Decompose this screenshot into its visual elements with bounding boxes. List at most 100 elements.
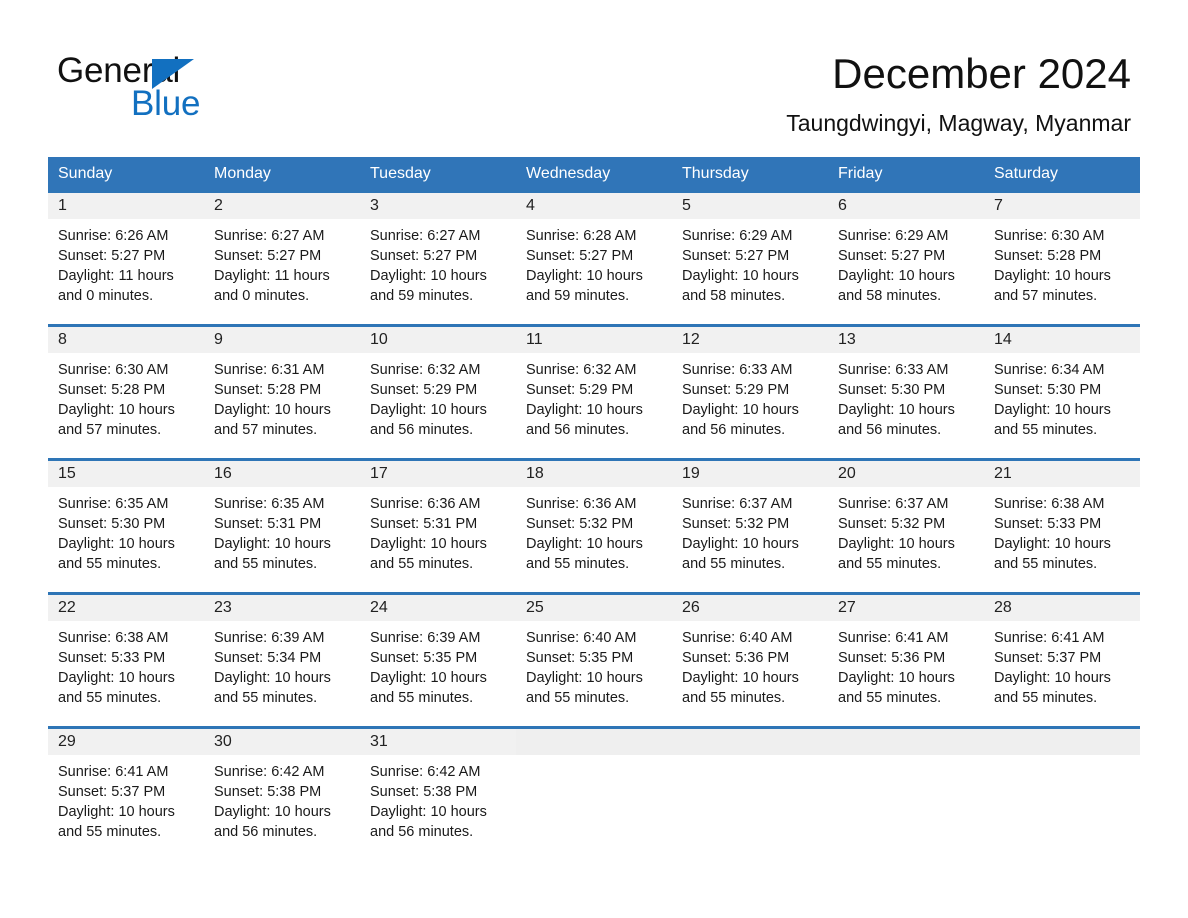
day-cell[interactable]: 26 Sunrise: 6:40 AM Sunset: 5:36 PM Dayl… (672, 592, 828, 714)
sunrise-text: Sunrise: 6:35 AM (214, 496, 325, 512)
day-number-band: 21 (984, 461, 1140, 487)
day-number-band: 14 (984, 327, 1140, 353)
daylight-text-line2: and 55 minutes. (214, 556, 318, 572)
day-cell-empty (828, 726, 984, 848)
sunset-text: Sunset: 5:37 PM (994, 650, 1102, 666)
day-cell[interactable]: 9 Sunrise: 6:31 AM Sunset: 5:28 PM Dayli… (204, 324, 360, 446)
day-number-band: 6 (828, 193, 984, 219)
day-cell[interactable]: 27 Sunrise: 6:41 AM Sunset: 5:36 PM Dayl… (828, 592, 984, 714)
day-cell[interactable]: 13 Sunrise: 6:33 AM Sunset: 5:30 PM Dayl… (828, 324, 984, 446)
day-number-band: 13 (828, 327, 984, 353)
day-cell[interactable]: 6 Sunrise: 6:29 AM Sunset: 5:27 PM Dayli… (828, 190, 984, 312)
daylight-text-line1: Daylight: 10 hours (214, 670, 331, 686)
sunset-text: Sunset: 5:38 PM (370, 784, 478, 800)
daylight-text-line2: and 56 minutes. (838, 422, 942, 438)
daylight-text-line2: and 55 minutes. (994, 422, 1098, 438)
day-number: 20 (838, 465, 856, 482)
daylight-text-line2: and 55 minutes. (682, 556, 786, 572)
sunset-text: Sunset: 5:31 PM (370, 516, 478, 532)
daylight-text-line1: Daylight: 10 hours (214, 804, 331, 820)
day-cell[interactable]: 14 Sunrise: 6:34 AM Sunset: 5:30 PM Dayl… (984, 324, 1140, 446)
daylight-text-line1: Daylight: 10 hours (370, 536, 487, 552)
day-cell[interactable]: 8 Sunrise: 6:30 AM Sunset: 5:28 PM Dayli… (48, 324, 204, 446)
day-cell[interactable]: 20 Sunrise: 6:37 AM Sunset: 5:32 PM Dayl… (828, 458, 984, 580)
day-number-band: 31 (360, 729, 516, 755)
sunrise-text: Sunrise: 6:32 AM (370, 362, 481, 378)
day-details: Sunrise: 6:42 AM Sunset: 5:38 PM Dayligh… (204, 755, 360, 842)
daylight-text-line1: Daylight: 10 hours (58, 804, 175, 820)
day-details (516, 755, 672, 762)
daylight-text-line2: and 55 minutes. (58, 824, 162, 840)
day-number-band: 16 (204, 461, 360, 487)
daylight-text-line2: and 55 minutes. (994, 690, 1098, 706)
sunset-text: Sunset: 5:27 PM (214, 248, 322, 264)
day-details: Sunrise: 6:33 AM Sunset: 5:29 PM Dayligh… (672, 353, 828, 440)
daylight-text-line2: and 57 minutes. (994, 288, 1098, 304)
day-cell[interactable]: 25 Sunrise: 6:40 AM Sunset: 5:35 PM Dayl… (516, 592, 672, 714)
daylight-text-line1: Daylight: 10 hours (838, 536, 955, 552)
day-cell[interactable]: 10 Sunrise: 6:32 AM Sunset: 5:29 PM Dayl… (360, 324, 516, 446)
day-cell[interactable]: 11 Sunrise: 6:32 AM Sunset: 5:29 PM Dayl… (516, 324, 672, 446)
daylight-text-line1: Daylight: 11 hours (214, 268, 330, 284)
day-number-band: 9 (204, 327, 360, 353)
day-details: Sunrise: 6:26 AM Sunset: 5:27 PM Dayligh… (48, 219, 204, 306)
day-cell[interactable]: 7 Sunrise: 6:30 AM Sunset: 5:28 PM Dayli… (984, 190, 1140, 312)
day-number: 10 (370, 331, 388, 348)
day-details: Sunrise: 6:32 AM Sunset: 5:29 PM Dayligh… (360, 353, 516, 440)
sunrise-text: Sunrise: 6:37 AM (682, 496, 793, 512)
day-cell[interactable]: 15 Sunrise: 6:35 AM Sunset: 5:30 PM Dayl… (48, 458, 204, 580)
daylight-text-line2: and 55 minutes. (682, 690, 786, 706)
day-cell[interactable]: 29 Sunrise: 6:41 AM Sunset: 5:37 PM Dayl… (48, 726, 204, 848)
day-number-band (516, 729, 672, 755)
sunrise-text: Sunrise: 6:38 AM (58, 630, 169, 646)
general-blue-logo[interactable]: General Blue (57, 52, 377, 132)
day-cell[interactable]: 18 Sunrise: 6:36 AM Sunset: 5:32 PM Dayl… (516, 458, 672, 580)
daylight-text-line2: and 57 minutes. (214, 422, 318, 438)
daylight-text-line2: and 56 minutes. (526, 422, 630, 438)
day-cell[interactable]: 31 Sunrise: 6:42 AM Sunset: 5:38 PM Dayl… (360, 726, 516, 848)
day-cell[interactable]: 19 Sunrise: 6:37 AM Sunset: 5:32 PM Dayl… (672, 458, 828, 580)
sunrise-text: Sunrise: 6:31 AM (214, 362, 325, 378)
sunset-text: Sunset: 5:27 PM (58, 248, 166, 264)
day-cell[interactable]: 5 Sunrise: 6:29 AM Sunset: 5:27 PM Dayli… (672, 190, 828, 312)
day-cell[interactable]: 30 Sunrise: 6:42 AM Sunset: 5:38 PM Dayl… (204, 726, 360, 848)
day-cell[interactable]: 16 Sunrise: 6:35 AM Sunset: 5:31 PM Dayl… (204, 458, 360, 580)
sunset-text: Sunset: 5:35 PM (370, 650, 478, 666)
day-cell[interactable]: 22 Sunrise: 6:38 AM Sunset: 5:33 PM Dayl… (48, 592, 204, 714)
sunset-text: Sunset: 5:29 PM (370, 382, 478, 398)
sunset-text: Sunset: 5:32 PM (838, 516, 946, 532)
day-cell[interactable]: 28 Sunrise: 6:41 AM Sunset: 5:37 PM Dayl… (984, 592, 1140, 714)
daylight-text-line2: and 56 minutes. (370, 422, 474, 438)
sunrise-text: Sunrise: 6:30 AM (58, 362, 169, 378)
daylight-text-line2: and 55 minutes. (838, 556, 942, 572)
day-number: 9 (214, 331, 223, 348)
sunrise-text: Sunrise: 6:38 AM (994, 496, 1105, 512)
day-number-band: 26 (672, 595, 828, 621)
day-cell[interactable]: 12 Sunrise: 6:33 AM Sunset: 5:29 PM Dayl… (672, 324, 828, 446)
day-cell[interactable]: 21 Sunrise: 6:38 AM Sunset: 5:33 PM Dayl… (984, 458, 1140, 580)
day-details: Sunrise: 6:39 AM Sunset: 5:35 PM Dayligh… (360, 621, 516, 708)
day-cell[interactable]: 1 Sunrise: 6:26 AM Sunset: 5:27 PM Dayli… (48, 190, 204, 312)
day-number-band: 27 (828, 595, 984, 621)
sunset-text: Sunset: 5:32 PM (682, 516, 790, 532)
day-cell[interactable]: 23 Sunrise: 6:39 AM Sunset: 5:34 PM Dayl… (204, 592, 360, 714)
daylight-text-line2: and 55 minutes. (370, 556, 474, 572)
day-details: Sunrise: 6:28 AM Sunset: 5:27 PM Dayligh… (516, 219, 672, 306)
day-details: Sunrise: 6:32 AM Sunset: 5:29 PM Dayligh… (516, 353, 672, 440)
sunset-text: Sunset: 5:33 PM (58, 650, 166, 666)
day-details: Sunrise: 6:30 AM Sunset: 5:28 PM Dayligh… (984, 219, 1140, 306)
day-cell[interactable]: 4 Sunrise: 6:28 AM Sunset: 5:27 PM Dayli… (516, 190, 672, 312)
daylight-text-line1: Daylight: 10 hours (526, 268, 643, 284)
day-number: 15 (58, 465, 76, 482)
day-cell[interactable]: 2 Sunrise: 6:27 AM Sunset: 5:27 PM Dayli… (204, 190, 360, 312)
calendar-grid: Sunday Monday Tuesday Wednesday Thursday… (48, 157, 1140, 848)
day-cell[interactable]: 17 Sunrise: 6:36 AM Sunset: 5:31 PM Dayl… (360, 458, 516, 580)
day-number-band (984, 729, 1140, 755)
day-number-band: 2 (204, 193, 360, 219)
day-cell[interactable]: 3 Sunrise: 6:27 AM Sunset: 5:27 PM Dayli… (360, 190, 516, 312)
day-cell[interactable]: 24 Sunrise: 6:39 AM Sunset: 5:35 PM Dayl… (360, 592, 516, 714)
daylight-text-line1: Daylight: 10 hours (994, 268, 1111, 284)
day-number: 27 (838, 599, 856, 616)
sunset-text: Sunset: 5:27 PM (838, 248, 946, 264)
daylight-text-line2: and 59 minutes. (370, 288, 474, 304)
